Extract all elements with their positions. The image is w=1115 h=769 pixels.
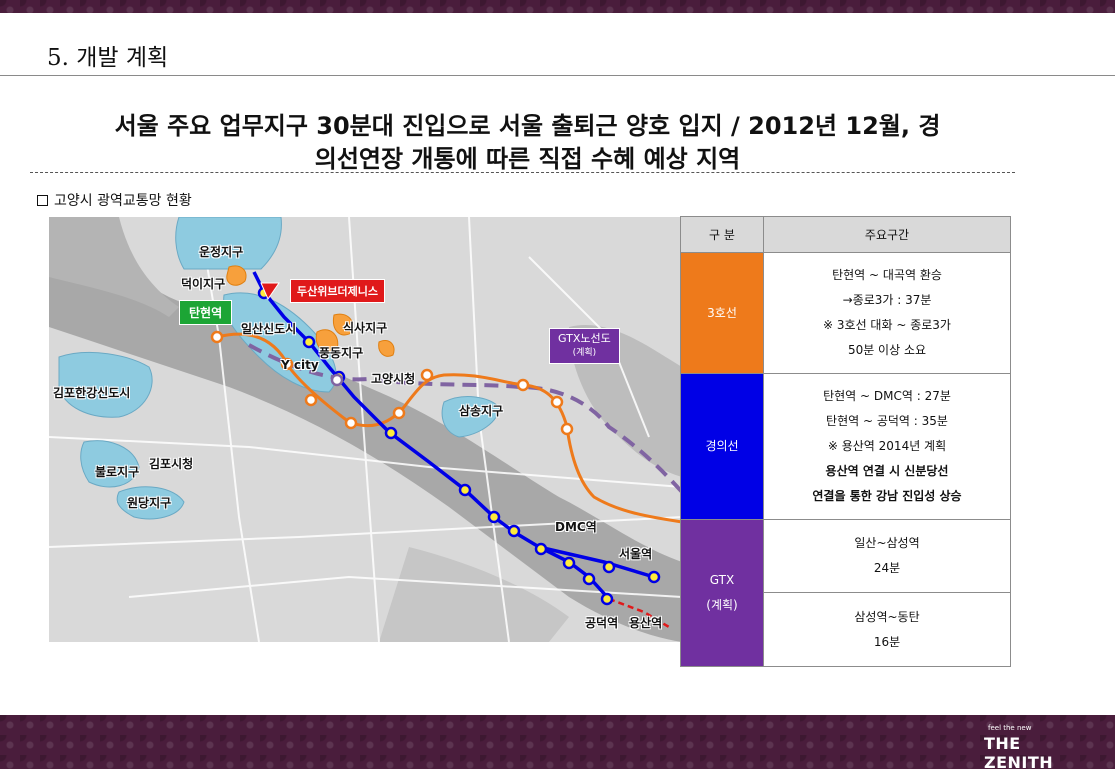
tag-gtx-plan: (계획) [572, 348, 597, 358]
detail-line: →종로3가 : 37분 [842, 293, 932, 307]
headline-line1: 서울 주요 업무지구 30분대 진입으로 서울 출퇴근 양호 입지 / 2012… [114, 112, 941, 140]
tag-doosan: 두산위브더제니스 [290, 279, 385, 303]
label-bullo: 불로지구 [95, 465, 140, 479]
logo-tagline: feel the new [988, 724, 1032, 732]
checkbox-icon [37, 194, 48, 206]
details-gtx-1: 일산~삼성역 24분 [763, 519, 1011, 593]
deogi-area [226, 265, 247, 286]
tag-gtx-title: GTX노선도 [558, 332, 611, 345]
detail-line: 삼성역~동탄 [854, 609, 920, 624]
tag-tanhyeon: 탄현역 [179, 300, 233, 325]
label-unjeong: 운정지구 [199, 245, 244, 259]
detail-line: ※ 3호선 대화 ~ 종로3가 [823, 318, 951, 332]
category-line3: 3호선 [680, 252, 764, 374]
top-decor-band [0, 0, 1115, 13]
goyang-area [378, 340, 395, 357]
label-samsong: 삼송지구 [459, 404, 504, 418]
category-gtx: GTX (계획) [680, 519, 764, 667]
details-gtx-2: 삼성역~동탄 16분 [763, 592, 1011, 667]
detail-line: 용산역 연결 시 신분당선 [825, 464, 949, 478]
detail-line: 탄현역 ~ 공덕역 : 35분 [826, 414, 948, 428]
label-ilsan: 일산신도시 [241, 322, 297, 336]
detail-line: 탄현역 ~ 대곡역 환승 [832, 268, 942, 282]
detail-line: 일산~삼성역 [854, 536, 920, 550]
detail-line: 탄현역 ~ DMC역 : 27분 [823, 389, 951, 403]
label-yongsan: 용산역 [629, 616, 663, 630]
label-goyang: 고양시청 [371, 372, 416, 386]
detail-line: 24분 [873, 561, 901, 575]
table-row-gtx-1: GTX (계획) 일산~삼성역 24분 [680, 519, 1011, 667]
section-title: 5. 개발 계획 [47, 45, 169, 71]
header-category: 구 분 [680, 216, 764, 253]
subheading-label: 고양시 광역교통망 현황 [54, 193, 192, 209]
headline: 서울 주요 업무지구 30분대 진입으로 서울 출퇴근 양호 입지 / 2012… [30, 110, 1025, 176]
label-gongdeok: 공덕역 [585, 616, 619, 630]
label-dmc: DMC역 [555, 520, 597, 534]
gtx-station [330, 373, 344, 387]
label-gimpo-new: 김포한강신도시 [53, 386, 131, 400]
label-seoul: 서울역 [619, 547, 653, 561]
category-gtx-plan: (계획) [706, 598, 738, 612]
detail-line: ※ 용산역 2014년 계획 [827, 439, 947, 453]
category-gyeongui: 경의선 [680, 373, 764, 520]
subheading: 고양시 광역교통망 현황 [37, 190, 192, 210]
tag-gtx: GTX노선도 (계획) [549, 328, 620, 364]
detail-line: 연결을 통한 강남 진입성 상승 [812, 489, 962, 503]
details-gyeongui: 탄현역 ~ DMC역 : 27분 탄현역 ~ 공덕역 : 35분 ※ 용산역 2… [763, 373, 1011, 520]
route-table: 구 분 주요구간 3호선 탄현역 ~ 대곡역 환승 →종로3가 : 37분 ※ … [680, 216, 1011, 667]
label-siksa: 식사지구 [343, 321, 388, 335]
label-ycity: Y city [281, 358, 319, 372]
transit-map: 운정지구 덕이지구 두산위브더제니스 탄현역 일산신도시 식사지구 풍동지구 Y… [49, 217, 682, 642]
table-row-gyeongui: 경의선 탄현역 ~ DMC역 : 27분 탄현역 ~ 공덕역 : 35분 ※ 용… [680, 373, 1011, 520]
brand-logo: feel the new THE ZENITH [984, 724, 1084, 769]
details-line3: 탄현역 ~ 대곡역 환승 →종로3가 : 37분 ※ 3호선 대화 ~ 종로3가… [763, 252, 1011, 374]
category-gtx-name: GTX [709, 573, 735, 587]
label-pungdong: 풍동지구 [319, 346, 364, 360]
label-wondang: 원당지구 [127, 496, 172, 510]
label-gimpo-city: 김포시청 [149, 457, 194, 471]
bottom-decor-band [0, 715, 1115, 769]
logo-brand: THE ZENITH [984, 734, 1054, 769]
detail-line: 50분 이상 소요 [847, 343, 927, 357]
headline-dashed-rule [30, 172, 1015, 173]
title-divider [0, 75, 1115, 76]
label-deogi: 덕이지구 [181, 277, 226, 291]
table-header-row: 구 분 주요구간 [680, 216, 1011, 253]
detail-line: 16분 [873, 634, 901, 649]
table-row-line3: 3호선 탄현역 ~ 대곡역 환승 →종로3가 : 37분 ※ 3호선 대화 ~ … [680, 252, 1011, 374]
header-section: 주요구간 [763, 216, 1011, 253]
